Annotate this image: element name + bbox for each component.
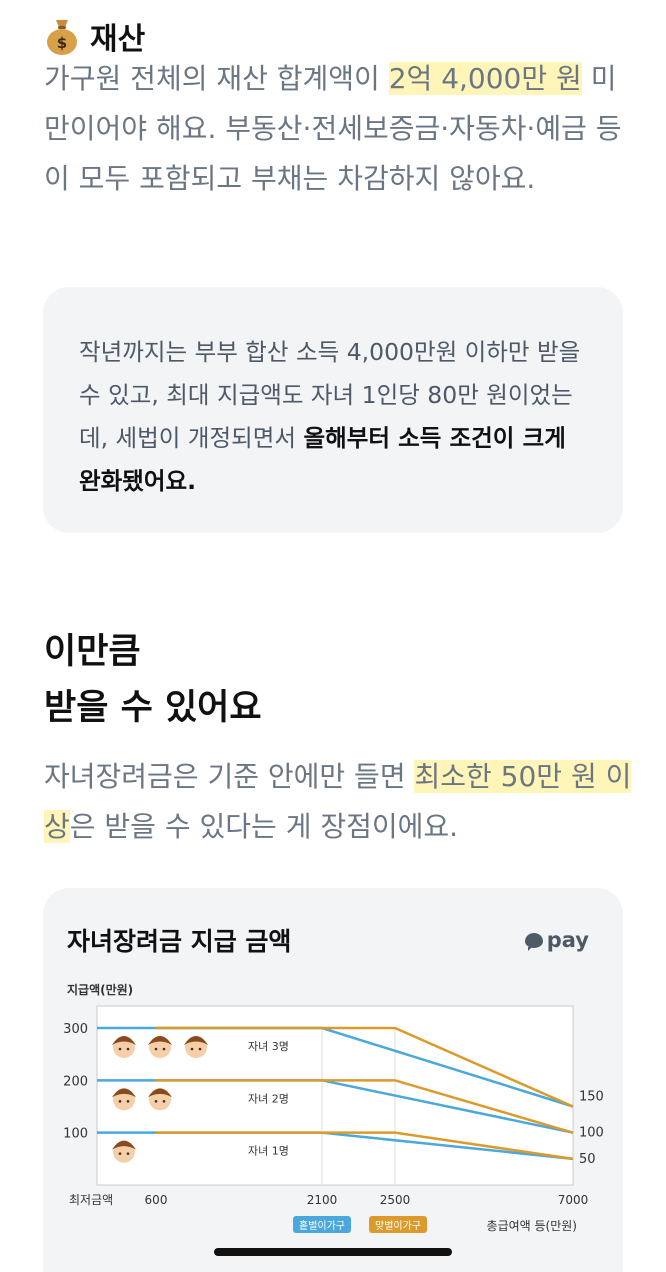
group-label: 자녀 2명 xyxy=(248,1092,289,1105)
child-eye-icon xyxy=(162,1047,166,1051)
legend-label: 맞벌이가구 xyxy=(375,1220,421,1232)
payment-chart: 지급액(만원) 100 200 300 자녀 3명자녀 2명자녀 1명 150 100 50 최… xyxy=(63,982,604,1233)
heading-line: 이만큼 xyxy=(44,632,141,672)
child-eye-icon xyxy=(118,1047,122,1051)
child-eye-icon xyxy=(126,1100,130,1103)
child-eye-icon xyxy=(118,1152,122,1155)
property-description: 가구원 전체의 재산 합계액이 2억 4,000만 원 미만이어야 해요. 부동… xyxy=(44,54,634,204)
callout-text: 작년까지는 부부 합산 소득 4,000만원 이하만 받을 수 있고, 최대 지… xyxy=(79,331,587,503)
end-value-label: 100 xyxy=(579,1126,604,1141)
moneybag-icon: $ xyxy=(47,20,77,55)
child-eye-icon xyxy=(126,1152,130,1155)
child-eye-icon xyxy=(154,1047,158,1051)
x-tick-label: 2500 xyxy=(380,1193,411,1207)
child-eye-icon xyxy=(190,1047,194,1051)
x-axis-title: 총급여액 등(만원) xyxy=(487,1219,577,1233)
page-heading: 이만큼 받을 수 있어요 xyxy=(44,624,262,736)
legend-label: 홑벌이가구 xyxy=(299,1219,345,1232)
section-title: 재산 xyxy=(90,22,146,57)
y-tick-label: 300 xyxy=(63,1022,88,1037)
y-tick-label: 100 xyxy=(63,1127,88,1142)
speech-bubble-icon xyxy=(524,932,543,951)
end-value-label: 150 xyxy=(579,1090,604,1105)
x-tick-label: 최저금액 xyxy=(69,1193,113,1207)
text-segment: 자녀장려금은 기준 안에만 들면 xyxy=(44,760,415,793)
heading-line: 받을 수 있어요 xyxy=(44,688,262,728)
section-heading: $ 재산 xyxy=(44,14,145,58)
benefit-description: 자녀장려금은 기준 안에만 들면 최소한 50만 원 이상은 받을 수 있다는 … xyxy=(44,752,634,852)
child-eye-icon xyxy=(118,1100,122,1103)
group-label: 자녀 3명 xyxy=(248,1040,289,1053)
pay-logo: pay xyxy=(524,928,589,952)
child-eye-icon xyxy=(162,1100,166,1103)
x-tick-label: 2100 xyxy=(307,1193,338,1207)
end-value-label: 50 xyxy=(579,1152,596,1167)
svg-text:$: $ xyxy=(57,34,67,52)
y-tick-label: 200 xyxy=(63,1074,88,1089)
x-tick-label: 600 xyxy=(145,1193,168,1207)
text-segment: 은 받을 수 있다는 게 장점이에요. xyxy=(69,810,459,843)
text-segment: 가구원 전체의 재산 합계액이 xyxy=(44,62,389,95)
chart-title: 자녀장려금 지급 금액 xyxy=(67,927,292,956)
child-eye-icon xyxy=(154,1100,158,1103)
child-eye-icon xyxy=(198,1047,202,1051)
child-eye-icon xyxy=(126,1047,130,1051)
x-tick-label: 7000 xyxy=(558,1193,589,1207)
group-label: 자녀 1명 xyxy=(248,1145,289,1158)
pay-logo-text: pay xyxy=(546,928,589,952)
y-axis-title: 지급액(만원) xyxy=(67,982,133,997)
home-indicator[interactable] xyxy=(214,1248,452,1256)
info-callout: 작년까지는 부부 합산 소득 4,000만원 이하만 받을 수 있고, 최대 지… xyxy=(43,287,623,533)
chart-card: 자녀장려금 지급 금액 pay 지급액(만원) 100 200 300 자녀 3명자녀 … xyxy=(43,888,623,1272)
highlight-amount: 2억 4,000만 원 xyxy=(388,62,582,95)
